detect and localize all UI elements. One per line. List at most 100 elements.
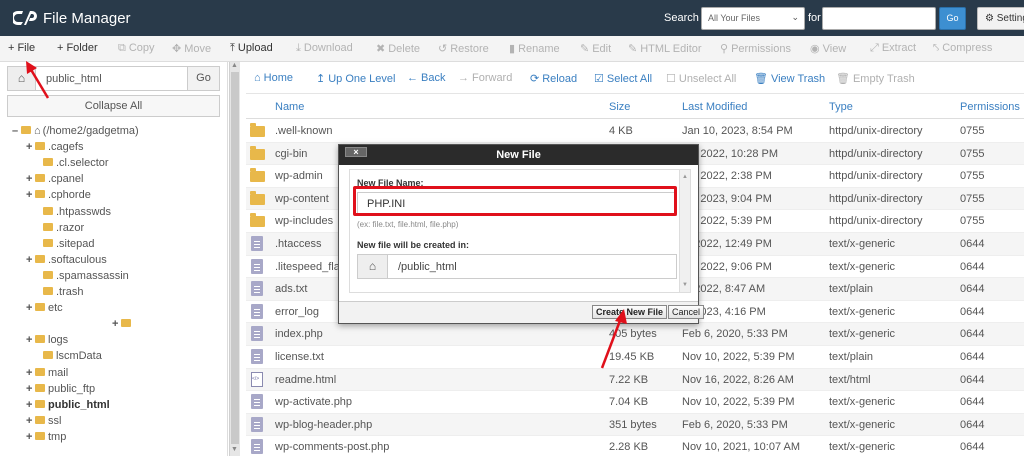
settings-button[interactable]: ⚙ Settings [977,7,1024,30]
back-button[interactable]: ← Back [407,72,445,84]
path-go-button[interactable]: Go [187,67,219,90]
home-icon[interactable]: ⌂ [8,67,36,90]
dialog-scrollbar[interactable]: ▲ ▼ [679,170,690,292]
column-type[interactable]: Type [829,101,853,113]
file-name-label: New File Name: [357,178,424,188]
upload-button[interactable]: ⤒ Upload [230,42,273,55]
tree-item[interactable]: + .cagefs [26,140,83,154]
move-button[interactable]: ✥ Move [172,42,211,55]
tree-item-label: logs [48,334,69,347]
compress-button[interactable]: ⤣ Compress [933,42,992,55]
table-row[interactable]: wp-blog-header.php 351 bytes Feb 6, 2020, … [246,413,1024,437]
tree-item[interactable]: – ⌂ (/home2/gadgetma) [12,124,139,138]
restore-label: Restore [450,43,489,55]
expand-toggle-icon[interactable]: + [26,188,34,202]
download-button[interactable]: ⤓ Download [296,42,353,55]
tree-item-label: .cagefs [48,141,84,154]
unselect-all-button[interactable]: ☐ Unselect All [666,72,736,85]
expand-toggle-icon[interactable]: + [26,414,34,428]
sidebar-scrollbar[interactable]: ▲ ▼ [229,62,240,456]
delete-button[interactable]: ✖ Delete [376,42,420,55]
table-row[interactable]: license.txt 19.45 KB Nov 10, 2022, 5:39 PM… [246,346,1024,369]
tree-item[interactable]: + public_html [26,398,110,412]
table-row[interactable]: index.php 405 bytes Feb 6, 2020, 5:33 PM te… [246,323,1024,346]
table-row[interactable]: wp-activate.php 7.04 KB Nov 10, 2022, 5:39… [246,391,1024,414]
expand-toggle-icon[interactable]: + [26,430,34,444]
location-input[interactable]: /public_html [398,261,457,273]
copy-button[interactable]: ⧉ Copy [118,42,155,55]
new-file-button[interactable]: + File [8,42,35,54]
tree-item[interactable]: .htpasswds [34,205,111,219]
tree-item[interactable]: + .softaculous [26,253,107,267]
expand-toggle-icon[interactable]: + [26,140,34,154]
file-name-input[interactable]: PHP.INI [357,192,677,216]
expand-toggle-icon[interactable]: + [26,172,34,186]
home-nav-button[interactable]: ⌂ Home [254,72,293,84]
scroll-down-icon[interactable]: ▼ [231,446,238,453]
expand-toggle-icon[interactable]: + [26,382,34,396]
scrollbar-thumb[interactable] [231,72,239,444]
dialog-body: New File Name: PHP.INI (ex: file.txt, fi… [349,169,691,293]
forward-button[interactable]: → Forward [458,72,512,84]
search-go-button[interactable]: Go [939,7,966,30]
expand-toggle-icon[interactable]: + [26,301,34,315]
html-editor-button[interactable]: ✎ HTML Editor [628,42,702,55]
collapse-all-button[interactable]: Collapse All [7,95,220,117]
tree-item[interactable]: .cl.selector [34,156,109,170]
cell-type: text/x-generic [829,328,896,341]
expand-toggle-icon[interactable]: + [26,333,34,347]
edit-button[interactable]: ✎ Edit [580,42,611,55]
tree-item[interactable]: lscmData [34,349,102,363]
path-input[interactable]: public_html [46,73,102,85]
permissions-button[interactable]: ⚲ Permissions [720,42,791,55]
column-name[interactable]: Name [275,101,304,113]
view-trash-button[interactable]: 🗑 View Trash [754,72,825,85]
search-scope-select[interactable]: All Your Files ⌄ [701,7,805,30]
table-row[interactable]: wp-comments-post.php 2.28 KB Nov 10, 2021,… [246,436,1024,456]
expand-toggle-icon[interactable]: + [26,366,34,380]
home-icon: ⌂ [34,125,41,137]
cell-perms: 0755 [960,192,985,205]
tree-item[interactable]: + logs [26,333,68,347]
view-button[interactable]: ◉ View [810,42,846,55]
table-row[interactable]: .well-known 4 KB Jan 10, 2023, 8:54 PM http… [246,120,1024,143]
tree-item[interactable]: + tmp [26,430,66,444]
tree-item[interactable]: .razor [34,221,84,235]
chevron-down-icon: ⌄ [791,12,799,22]
search-input[interactable] [822,7,936,30]
scroll-down-icon[interactable]: ▼ [682,282,688,288]
tree-item[interactable]: .spamassassin [34,269,129,283]
tree-item[interactable]: + etc [26,301,63,315]
scroll-up-icon[interactable]: ▲ [231,62,238,69]
tree-item[interactable]: + .cpanel [26,172,83,186]
expand-toggle-icon[interactable]: + [26,253,34,267]
tree-item[interactable]: + public_ftp [26,382,95,396]
extract-button[interactable]: ⤢ Extract [870,42,916,55]
collapse-toggle-icon[interactable]: – [12,124,20,138]
reload-button[interactable]: ⟳ Reload [530,72,577,85]
tree-item[interactable]: .sitepad [34,237,95,251]
rename-button[interactable]: ▮ Rename [509,42,560,55]
cell-name: wp-content [275,192,329,205]
expand-toggle-icon[interactable]: + [112,317,120,331]
restore-button[interactable]: ↺ Restore [438,42,489,55]
new-folder-button[interactable]: + Folder [57,42,98,54]
scroll-up-icon[interactable]: ▲ [682,174,688,180]
cancel-button[interactable]: Cancel [668,305,705,319]
expand-toggle-icon[interactable]: + [26,398,34,412]
empty-trash-button[interactable]: 🗑 Empty Trash [836,72,915,85]
up-one-level-button[interactable]: ↥ Up One Level [316,72,395,85]
tree-item[interactable]: .trash [34,285,84,299]
tree-item[interactable]: + ssl [26,414,61,428]
tree-item[interactable]: + .cphorde [26,188,91,202]
cell-perms: 0755 [960,170,985,183]
column-permissions[interactable]: Permissions [960,101,1020,113]
table-row[interactable]: readme.html 7.22 KB Nov 16, 2022, 8:26 AM t… [246,368,1024,392]
tree-item[interactable]: + [112,317,134,331]
create-new-file-button[interactable]: Create New File [592,305,668,319]
column-size[interactable]: Size [609,101,630,113]
up-arrow-icon: ↥ [316,73,326,85]
column-last-modified[interactable]: Last Modified [682,101,747,113]
select-all-button[interactable]: ☑ Select All [594,72,652,85]
tree-item[interactable]: + mail [26,366,68,380]
